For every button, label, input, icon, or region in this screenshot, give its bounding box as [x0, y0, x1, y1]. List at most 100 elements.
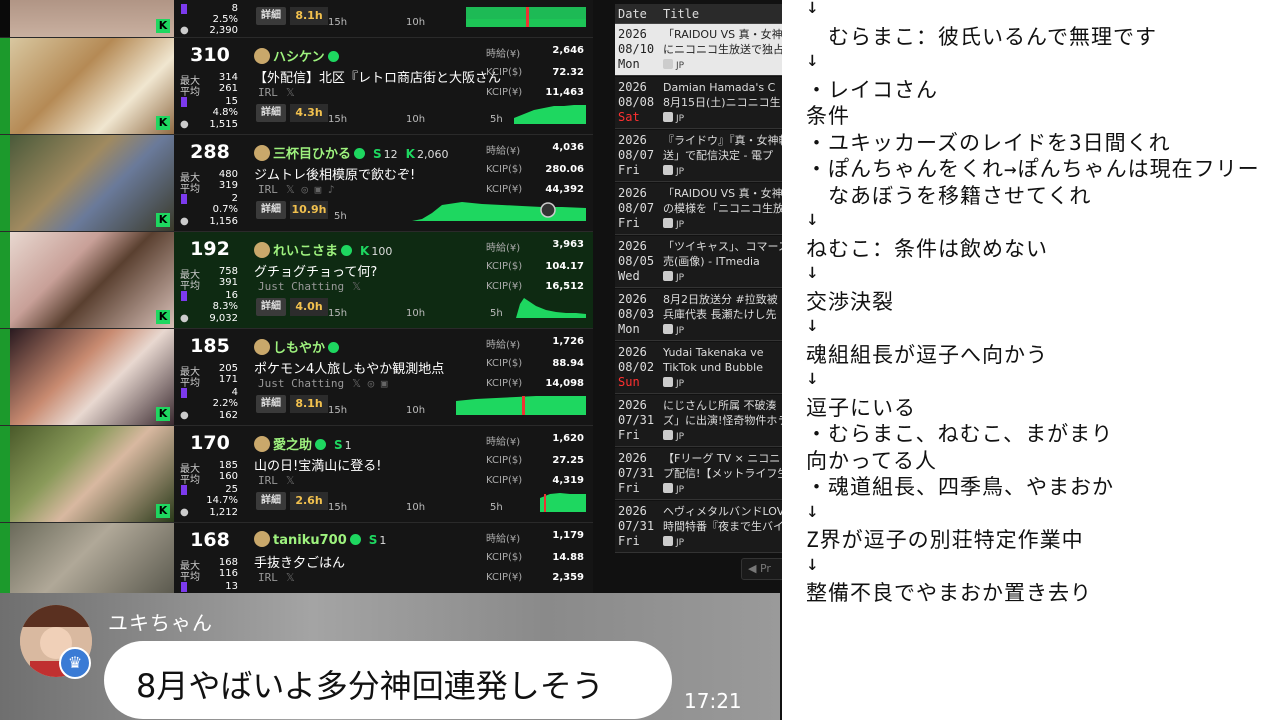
news-title[interactable]: 『ライドウ』『真・女神転生送」で配信決定 - 電プ: [663, 133, 782, 163]
detail-button[interactable]: 詳細: [256, 492, 286, 510]
follower-count: 2,060: [416, 148, 449, 161]
viewer-count: 170: [190, 432, 230, 454]
streamer-name[interactable]: れいこさま K 100: [254, 240, 392, 259]
news-weekday: Sat: [618, 110, 640, 124]
stat-bar: [181, 194, 187, 204]
news-date: 2026 08/02 Sun: [618, 345, 660, 390]
news-row[interactable]: 2026 08/10 Mon 「RAIDOU VS 真・女神 にニコニコ生放送で独占 JP: [615, 24, 782, 76]
streamer-row[interactable]: K 185 最大 205 平均 171 4 2.2% ● 162 しもやか ポケ…: [0, 329, 593, 426]
social-icons[interactable]: 𝕏 ◎ ▣: [352, 377, 387, 390]
stream-thumbnail[interactable]: K: [10, 38, 174, 134]
streamer-row[interactable]: K 170 最大 185 平均 160 25 14.7% ● 1,212 愛之助…: [0, 426, 593, 523]
metric-hourly: 2,646: [552, 45, 584, 56]
live-indicator: [0, 426, 10, 522]
news-title[interactable]: 「RAIDOU VS 真・女神 の模様を「ニコニコ生放: [663, 186, 782, 216]
max-viewers: 314: [218, 72, 238, 83]
source-icon: [663, 59, 673, 69]
source-icon: [663, 324, 673, 334]
note-line: ・レイコさん: [806, 77, 938, 102]
x-icon[interactable]: 𝕏: [352, 280, 361, 293]
news-title[interactable]: ヘヴィメタルバンドLOVEB 時間特番『夜まで生バイ: [663, 504, 782, 534]
streamer-row[interactable]: K 192 最大 758 平均 391 16 8.3% ● 9,032 れいこさ…: [0, 232, 593, 329]
x-icon[interactable]: 𝕏: [286, 86, 295, 99]
x-icon[interactable]: 𝕏: [286, 571, 295, 584]
chat-icon: ●: [180, 410, 189, 421]
note-line: 魂組組長が逗子へ向かう: [806, 342, 1048, 367]
streamer-name[interactable]: 三杯目ひかる S 12 K 2,060: [254, 143, 448, 162]
viewer-count: 310: [190, 44, 230, 66]
note-line: ↓: [806, 259, 820, 283]
stream-thumbnail[interactable]: K: [10, 135, 174, 231]
streamer-name[interactable]: ハシケン: [254, 46, 339, 65]
timeline-label: 10h: [406, 405, 426, 416]
metric-label: 時給(¥): [486, 534, 521, 545]
timeline-label: 15h: [328, 308, 348, 319]
column-title[interactable]: Title: [663, 7, 699, 21]
metric-label: KCIP($): [486, 358, 523, 369]
streamer-row[interactable]: K 310 最大 314 平均 261 15 4.8% ● 1,515 ハシケン…: [0, 38, 593, 135]
news-title[interactable]: 「ツイキャス」、コマースに売(画像) - ITmedia: [663, 239, 782, 269]
x-icon[interactable]: 𝕏: [286, 474, 295, 487]
news-row[interactable]: 202607/31FriヘヴィメタルバンドLOVEB時間特番『夜まで生バイJP: [615, 501, 782, 553]
subscriber-badge: S: [368, 533, 378, 547]
stat-count: 15: [225, 96, 238, 107]
stream-thumbnail[interactable]: K: [10, 426, 174, 522]
news-table-panel: Date Title 2026 08/10 Mon 「RAIDOU VS 真・女神 にニ…: [593, 0, 782, 593]
news-row[interactable]: 202607/31Fri【Fリーグ TV × ニコニコプ配信!【メットライフ生命…: [615, 448, 782, 500]
streamer-row[interactable]: 168 最大 168 平均 116 13 taniku700 S 1 手抜き夕ごはん…: [0, 523, 593, 593]
detail-button[interactable]: 詳細: [256, 395, 286, 413]
stream-duration: 8.1h: [290, 7, 328, 25]
news-source: JP: [663, 377, 684, 389]
prev-page-button[interactable]: ◀ Pr: [741, 558, 782, 580]
streamer-name[interactable]: しもやか: [254, 337, 340, 356]
news-weekday: Sun: [618, 375, 640, 389]
news-title[interactable]: 「RAIDOU VS 真・女神 にニコニコ生放送で独占: [663, 27, 782, 57]
stream-thumbnail[interactable]: [10, 523, 174, 593]
news-row[interactable]: 2026 08/02 Sun Yudai Takenaka ve TikTok und …: [615, 342, 782, 394]
news-month-day: 08/08: [618, 95, 655, 109]
avg-label: 平均: [180, 378, 200, 389]
detail-button[interactable]: 詳細: [256, 201, 286, 219]
news-row[interactable]: 2026 08/08 Sat Damian Hamada's C 8月15日(土)ニコニ…: [615, 77, 782, 129]
news-row[interactable]: 2026 08/03 Mon 8月2日放送分 #拉致被 兵庫代表 長瀬たけし先 JP: [615, 289, 782, 341]
note-line: なあぼうを移籍させてくれ: [806, 183, 1092, 208]
news-title[interactable]: 8月2日放送分 #拉致被 兵庫代表 長瀬たけし先: [663, 292, 782, 322]
streamer-name[interactable]: 愛之助 S 1: [254, 434, 352, 453]
detail-button[interactable]: 詳細: [256, 298, 286, 316]
viewer-stats: 168 最大 168 平均 116 13: [176, 523, 242, 593]
stream-thumbnail[interactable]: K: [10, 0, 174, 37]
news-title-line: 時間特番『夜まで生バイ: [663, 520, 782, 533]
viewer-sparkline: [456, 396, 586, 415]
avg-label: 平均: [180, 572, 200, 583]
news-title[interactable]: 【Fリーグ TV × ニコニコプ配信!【メットライフ生命: [663, 451, 782, 481]
streamer-row[interactable]: K 288 最大 480 平均 319 2 0.7% ● 1,156 三杯目ひか…: [0, 135, 593, 232]
stream-title: 【外配信】北区『レトロ商店街と大阪さん: [254, 71, 502, 86]
social-icons[interactable]: 𝕏 ◎ ▣ ♪: [286, 183, 335, 196]
live-indicator: [0, 0, 10, 37]
streamer-name[interactable]: taniku700 S 1: [254, 531, 386, 548]
news-row[interactable]: 2026 08/07 Fri 「RAIDOU VS 真・女神 の模様を「ニコニコ生放 JP: [615, 183, 782, 235]
avg-viewers: 171: [218, 374, 238, 385]
news-row[interactable]: 2026 07/31 Fri にじさんじ所属 不破湊 ズ」に出演!怪奇物件ホラ JP: [615, 395, 782, 447]
chat-message-text: 8月やばいよ多分神回連発しそう: [136, 667, 604, 705]
news-year: 2026: [618, 451, 647, 465]
category-text: Just Chatting: [258, 377, 345, 390]
news-title-line: 8月15日(土)ニコニコ生: [663, 96, 781, 109]
news-title[interactable]: Yudai Takenaka ve TikTok und Bubble: [663, 345, 782, 375]
kick-icon: K: [156, 213, 170, 227]
detail-button[interactable]: 詳細: [256, 7, 286, 25]
news-row[interactable]: 202608/07Fri『ライドウ』『真・女神転生送」で配信決定 - 電プJP: [615, 130, 782, 182]
stream-thumbnail[interactable]: K: [10, 329, 174, 425]
streamer-row[interactable]: K 8 2.5% ● 2,390 詳細 8.1h 15h 10h: [0, 0, 593, 38]
note-line: ↓: [806, 47, 820, 71]
viewer-stats: 310 最大 314 平均 261 15 4.8% ● 1,515: [176, 38, 242, 134]
news-title[interactable]: Damian Hamada's C 8月15日(土)ニコニコ生: [663, 80, 782, 110]
news-title-line: の模様を「ニコニコ生放: [663, 202, 782, 215]
news-title[interactable]: にじさんじ所属 不破湊 ズ」に出演!怪奇物件ホラ: [663, 398, 782, 428]
detail-button[interactable]: 詳細: [256, 104, 286, 122]
column-date[interactable]: Date: [618, 7, 647, 21]
metric-label: KCIP(¥): [486, 281, 523, 292]
news-row[interactable]: 202608/05Wed「ツイキャス」、コマースに売(画像) - ITmedia…: [615, 236, 782, 288]
stream-thumbnail[interactable]: K: [10, 232, 174, 328]
verified-icon: [327, 51, 339, 62]
